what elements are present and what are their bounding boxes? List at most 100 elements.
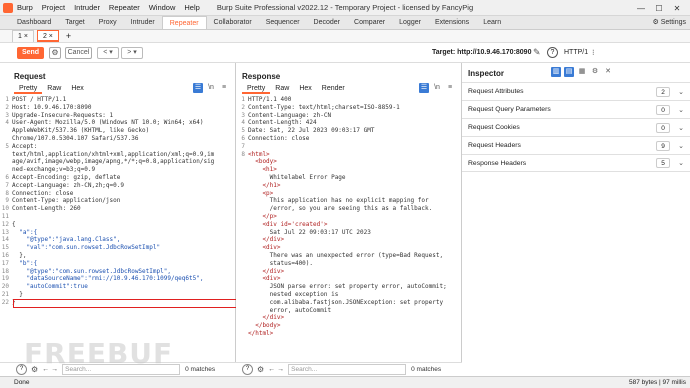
line-content: { <box>12 220 16 228</box>
line-number: 20 <box>1 283 9 291</box>
line-number <box>236 190 248 198</box>
add-tab-icon[interactable]: + <box>62 30 75 42</box>
menu-window[interactable]: Window <box>149 3 176 12</box>
tab-proxy[interactable]: Proxy <box>92 16 124 29</box>
tab-target[interactable]: Target <box>58 16 91 29</box>
prev-next-arrows-icon[interactable]: ← → <box>268 366 284 373</box>
send-options-gear-icon[interactable]: ⚙ <box>49 47 61 59</box>
inspector-row-request-cookies[interactable]: Request Cookies 0 ⌄ <box>462 118 690 136</box>
inspector-close-icon[interactable]: ✕ <box>603 67 613 77</box>
cancel-button[interactable]: Cancel <box>65 47 92 59</box>
newline-icon[interactable]: \n <box>206 83 216 93</box>
line-content: Accept-Language: zh-CN,zh;q=0.9 <box>12 181 124 189</box>
tab-decoder[interactable]: Decoder <box>307 16 347 29</box>
inspector-row-response-headers[interactable]: Response Headers 5 ⌄ <box>462 154 690 172</box>
menu-burp[interactable]: Burp <box>17 3 33 12</box>
tab-logger[interactable]: Logger <box>392 16 428 29</box>
request-tab-raw[interactable]: Raw <box>42 84 66 94</box>
response-line: Whitelabel Error Page <box>236 174 461 182</box>
back-arrow-icon[interactable]: < ▾ <box>97 47 119 59</box>
response-line: 4 Content-Length: 424 <box>236 119 461 127</box>
request-line: 19 "dataSourceName":"rmi://10.9.46.170:1… <box>0 275 235 283</box>
repeater-tab-1[interactable]: 1 × <box>12 30 34 42</box>
line-number <box>236 307 248 315</box>
tab-sequencer[interactable]: Sequencer <box>259 16 307 29</box>
edit-target-icon[interactable]: ✎ <box>533 47 541 58</box>
response-line: com.alibaba.fastjson.JSONException: set … <box>236 299 461 307</box>
line-content: User-Agent: Mozilla/5.0 (Windows NT 10.0… <box>12 119 204 127</box>
wrap-lines-icon[interactable]: ☰ <box>193 83 203 93</box>
layout-split-icon[interactable]: ▥ <box>551 67 561 77</box>
response-tab-raw[interactable]: Raw <box>270 84 294 94</box>
menu-project[interactable]: Project <box>42 3 65 12</box>
request-line: text/html,application/xhtml+xml,applicat… <box>0 151 235 159</box>
line-number: 1 <box>5 96 9 103</box>
request-menu-icon[interactable]: ≡ <box>219 83 229 93</box>
send-button[interactable]: Send <box>17 47 44 59</box>
layout-horizontal-icon[interactable]: ▤ <box>564 67 574 77</box>
response-wrap-icon[interactable]: ☰ <box>419 83 429 93</box>
response-line: /error, so you are seeing this as a fall… <box>236 205 461 213</box>
help-icon[interactable]: ? <box>547 47 558 58</box>
main-tabs: Dashboard Target Proxy Intruder Repeater… <box>0 16 690 30</box>
tab-learn[interactable]: Learn <box>476 16 508 29</box>
menu-help[interactable]: Help <box>184 3 199 12</box>
line-content: "b":{ <box>12 259 38 267</box>
inspector-row-request-attributes[interactable]: Request Attributes 2 ⌄ <box>462 82 690 100</box>
inspector-gear-icon[interactable]: ⚙ <box>590 67 600 77</box>
tab-comparer[interactable]: Comparer <box>347 16 392 29</box>
line-content: Chrome/107.0.5304.107 Safari/537.36 <box>12 134 139 142</box>
search-settings-gear-icon[interactable]: ⚙ <box>257 365 264 374</box>
tab-dashboard[interactable]: Dashboard <box>10 16 58 29</box>
request-line: 4 User-Agent: Mozilla/5.0 (Windows NT 10.… <box>0 119 235 127</box>
line-content: JSON parse error: set property error, au… <box>248 283 447 291</box>
line-content: Accept: <box>12 142 38 150</box>
minimize-icon[interactable]: — <box>632 4 650 13</box>
inspector-row-request-headers[interactable]: Request Headers 9 ⌄ <box>462 136 690 154</box>
menu-intruder[interactable]: Intruder <box>74 3 100 12</box>
tab-intruder[interactable]: Intruder <box>124 16 162 29</box>
line-number <box>236 158 248 166</box>
request-tab-pretty[interactable]: Pretty <box>14 84 43 94</box>
line-content: Content-Type: text/html;charset=ISO-8859… <box>248 103 400 111</box>
inspector-row-label: Request Attributes <box>468 88 524 95</box>
tab-repeater[interactable]: Repeater <box>161 16 207 29</box>
layout-vertical-icon[interactable]: ▦ <box>577 67 587 77</box>
response-line: 6 Connection: close <box>236 135 461 143</box>
http-version-dropdown-icon[interactable]: ⁝ <box>592 48 595 57</box>
request-editor[interactable]: 1 POST / HTTP/1.1 2 Host: 10.9.46.170:8090 3… <box>0 96 235 307</box>
response-menu-icon[interactable]: ≡ <box>445 83 455 93</box>
response-tab-render[interactable]: Render <box>317 84 350 94</box>
response-line: 2 Content-Type: text/html;charset=ISO-885… <box>236 104 461 112</box>
menu-bar: Burp Project Intruder Repeater Window He… <box>17 3 207 12</box>
response-tab-hex[interactable]: Hex <box>294 84 316 94</box>
response-tab-pretty[interactable]: Pretty <box>242 84 271 94</box>
response-line: </body> <box>236 322 461 330</box>
settings-button[interactable]: ⚙ Settings <box>652 18 686 26</box>
request-line: 11 <box>0 213 235 221</box>
line-content: error, autoCommit <box>248 306 332 314</box>
forward-arrow-icon[interactable]: > ▾ <box>121 47 143 59</box>
inspector-row-query-parameters[interactable]: Request Query Parameters 0 ⌄ <box>462 100 690 118</box>
response-newline-icon[interactable]: \n <box>432 83 442 93</box>
tab-collaborator[interactable]: Collaborator <box>207 16 259 29</box>
tab-extensions[interactable]: Extensions <box>428 16 476 29</box>
line-content: "dataSourceName":"rmi://10.9.46.170:1099… <box>12 275 204 283</box>
repeater-tabs: 1 × 2 × + <box>0 30 690 43</box>
response-editor[interactable]: 1 HTTP/1.1 400 2 Content-Type: text/html;ch… <box>236 96 461 338</box>
close-icon[interactable]: ✕ <box>668 4 686 13</box>
response-search-input[interactable]: Search... <box>288 364 407 375</box>
request-tab-hex[interactable]: Hex <box>66 84 88 94</box>
request-line: 21 } <box>0 291 235 299</box>
line-number: 9 <box>5 197 9 205</box>
line-content: This application has no explicit mapping… <box>248 197 429 205</box>
line-content: age/avif,image/webp,image/apng,*/*;q=0.8… <box>12 158 215 166</box>
help-icon[interactable]: ? <box>242 364 253 375</box>
response-line: </div> <box>236 268 461 276</box>
repeater-tab-2[interactable]: 2 × <box>36 30 59 42</box>
maximize-icon[interactable]: ☐ <box>650 4 668 13</box>
menu-repeater[interactable]: Repeater <box>109 3 140 12</box>
line-content <box>12 213 235 221</box>
http-version[interactable]: HTTP/1 <box>564 49 588 56</box>
line-content: Host: 10.9.46.170:8090 <box>12 103 92 111</box>
